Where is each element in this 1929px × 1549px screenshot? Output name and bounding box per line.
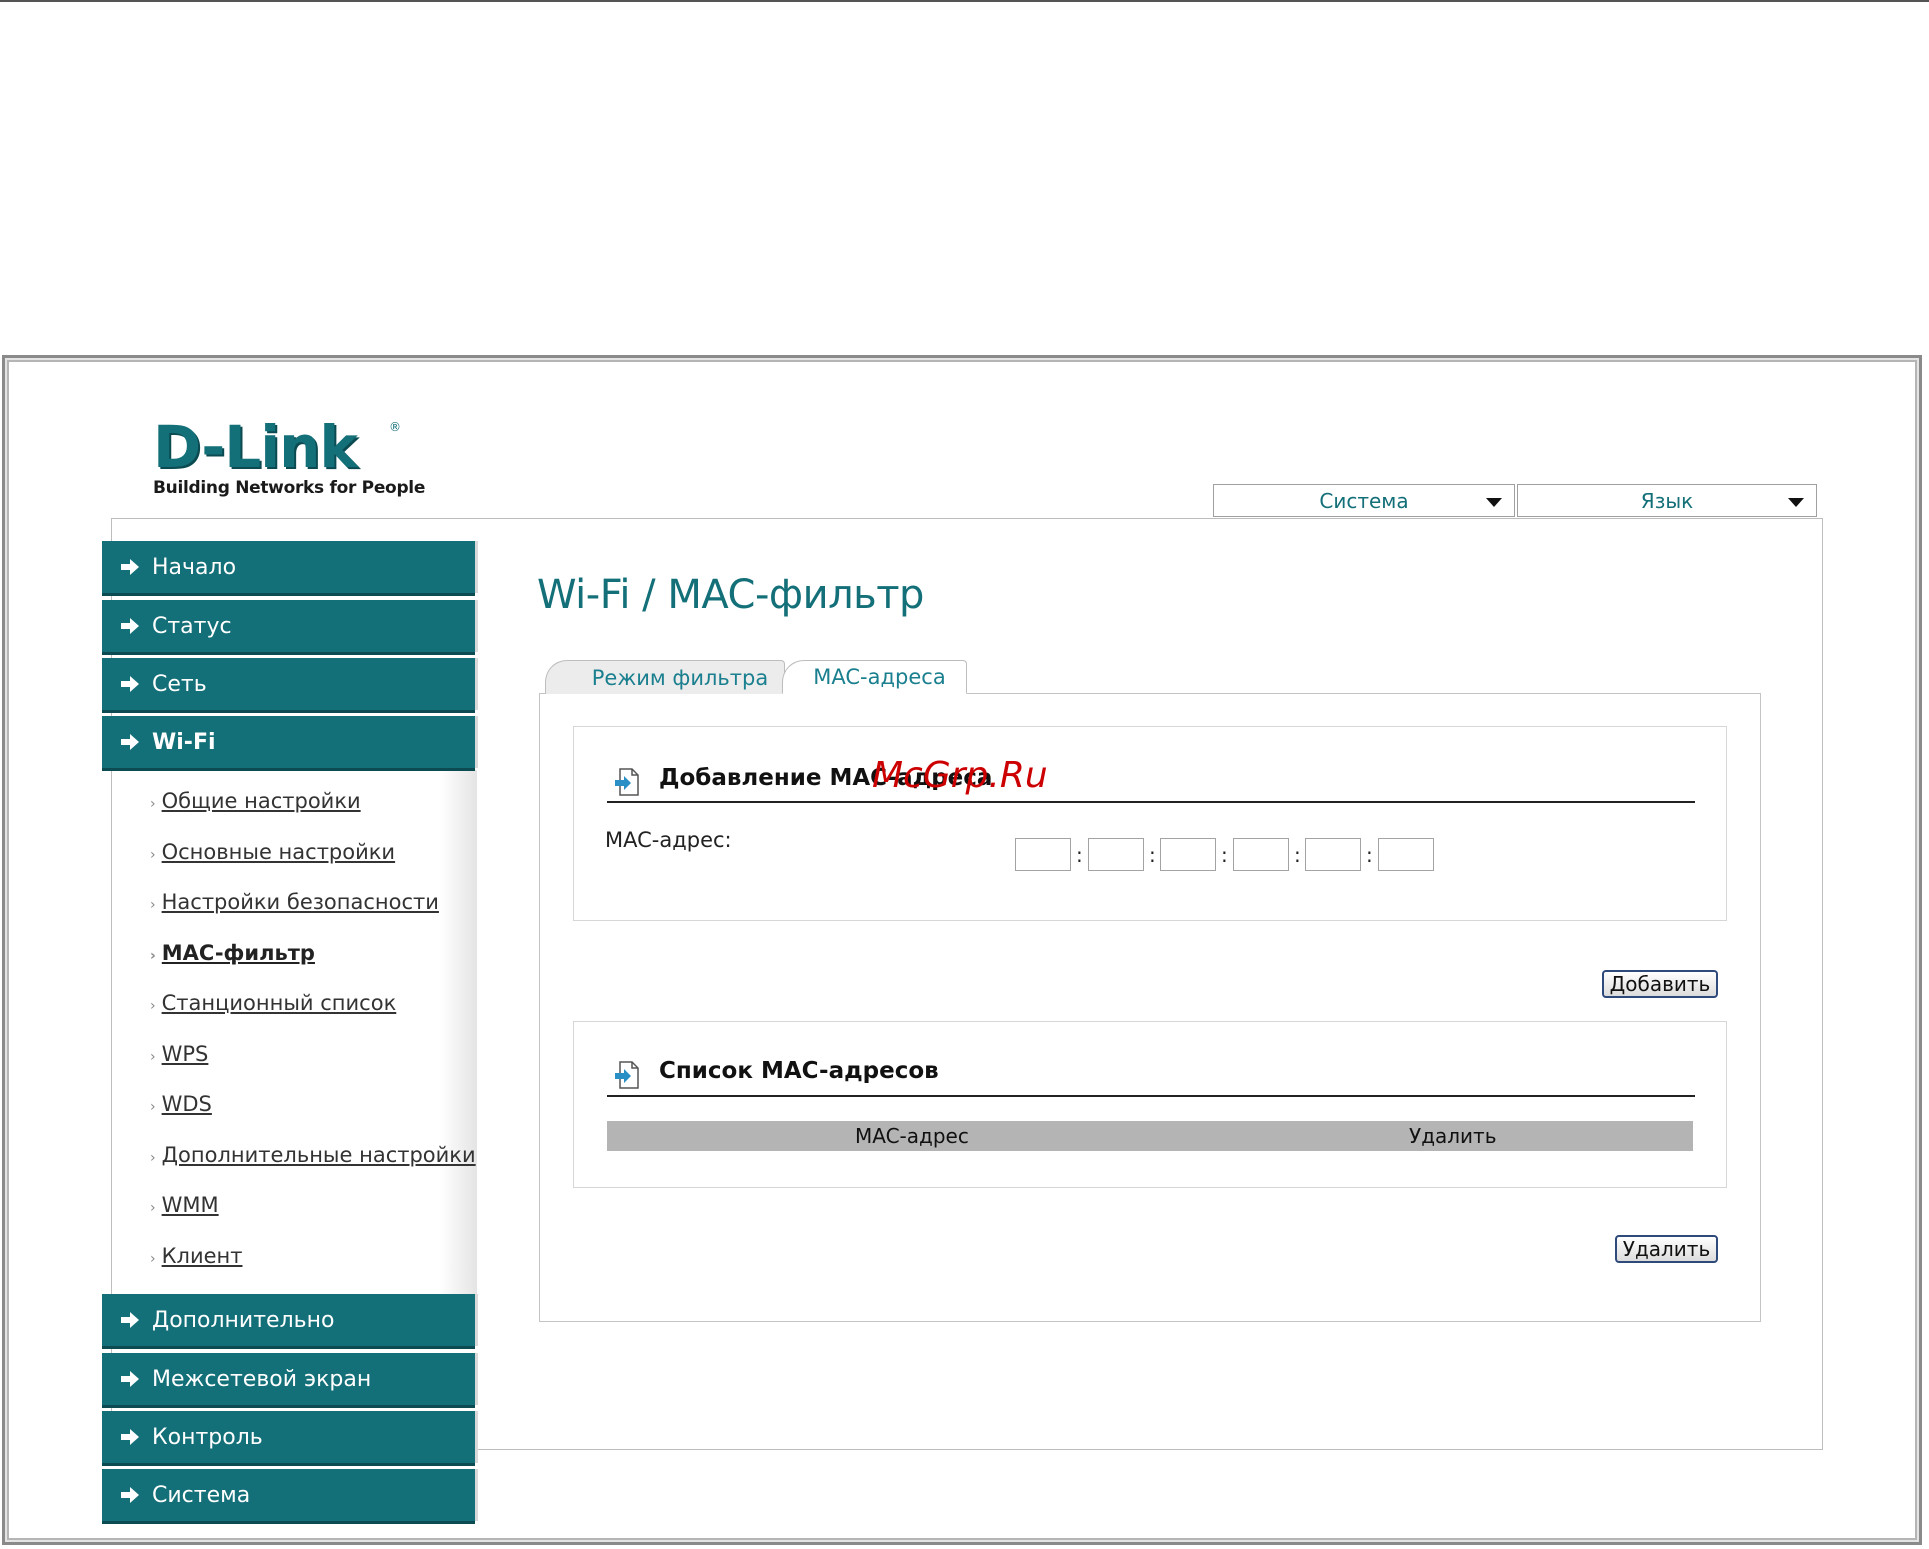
- submenu-basic-settings[interactable]: › Основные настройки: [150, 840, 395, 864]
- submenu-label: WMM: [161, 1193, 219, 1217]
- sidebar-item-label: Начало: [152, 554, 237, 580]
- sidebar-item-label: Wi-Fi: [152, 729, 216, 755]
- mac-separator: :: [1366, 843, 1373, 867]
- section-divider: [607, 801, 1695, 803]
- mac-octet-4[interactable]: [1233, 838, 1289, 871]
- mac-octet-3[interactable]: [1160, 838, 1216, 871]
- tab-label: Режим фильтра: [591, 665, 769, 690]
- arrow-right-icon: [121, 559, 139, 575]
- logo-tagline: Building Networks for People: [153, 478, 426, 498]
- chevron-down-icon: [1788, 498, 1804, 507]
- tab-filter-mode[interactable]: Режим фильтра: [545, 660, 785, 694]
- submenu-label: WPS: [161, 1042, 209, 1066]
- sidebar-item-status[interactable]: Статус: [102, 600, 475, 652]
- mac-separator: :: [1149, 843, 1156, 867]
- arrow-right-icon: [121, 1487, 139, 1503]
- submenu-general-settings[interactable]: › Общие настройки: [150, 789, 361, 813]
- arrow-right-icon: [121, 618, 139, 634]
- submenu-label: WDS: [161, 1092, 212, 1116]
- dlink-logo: D-Link ® Building Networks for People: [153, 418, 425, 498]
- sidebar-item-label: Система: [152, 1482, 251, 1508]
- sidebar-item-advanced[interactable]: Дополнительно: [102, 1294, 475, 1346]
- column-header-mac: MAC-адрес: [855, 1124, 969, 1148]
- document-arrow-icon: [615, 1061, 639, 1089]
- logo-registered: ®: [389, 420, 401, 434]
- document-arrow-icon: [615, 768, 639, 796]
- submenu-label: Основные настройки: [161, 840, 396, 864]
- bullet-icon: ›: [150, 1200, 156, 1216]
- arrow-right-icon: [121, 734, 139, 750]
- mac-list-title: Список MAC-адресов: [659, 1058, 939, 1084]
- sidebar-item-system[interactable]: Система: [102, 1469, 475, 1521]
- sidebar-item-firewall[interactable]: Межсетевой экран: [102, 1353, 475, 1405]
- arrow-right-icon: [121, 676, 139, 692]
- system-dropdown[interactable]: Система: [1213, 484, 1515, 517]
- mac-separator: :: [1221, 843, 1228, 867]
- submenu-advanced-settings[interactable]: › Дополнительные настройки: [150, 1143, 476, 1167]
- bullet-icon: ›: [150, 1049, 156, 1065]
- add-mac-group: Добавление MAC-адреса: [573, 726, 1727, 921]
- page-title: Wi-Fi / MAC-фильтр: [537, 572, 924, 618]
- mac-octet-6[interactable]: [1378, 838, 1434, 871]
- sidebar-item-label: Сеть: [152, 671, 207, 697]
- submenu-client[interactable]: › Клиент: [150, 1244, 242, 1268]
- submenu-wmm[interactable]: › WMM: [150, 1193, 219, 1217]
- language-dropdown-label: Язык: [1640, 488, 1694, 513]
- mac-octet-5[interactable]: [1305, 838, 1361, 871]
- sidebar-item-network[interactable]: Сеть: [102, 658, 475, 710]
- submenu-wds[interactable]: › WDS: [150, 1092, 212, 1116]
- submenu-wps[interactable]: › WPS: [150, 1042, 208, 1066]
- mac-octet-1[interactable]: [1015, 838, 1071, 871]
- mac-address-label: MAC-адрес:: [605, 828, 732, 852]
- mac-separator: :: [1076, 843, 1083, 867]
- submenu-label: Клиент: [161, 1244, 243, 1268]
- system-dropdown-label: Система: [1319, 488, 1409, 513]
- bullet-icon: ›: [150, 847, 156, 863]
- submenu-shadow: [440, 770, 477, 1295]
- mac-table-header: MAC-адрес Удалить: [607, 1121, 1693, 1151]
- bullet-icon: ›: [150, 948, 156, 964]
- sidebar-item-label: Межсетевой экран: [152, 1366, 372, 1392]
- bullet-icon: ›: [150, 796, 156, 812]
- tab-mac-addresses[interactable]: MAC-адреса: [782, 660, 967, 694]
- sidebar-item-label: Дополнительно: [152, 1307, 335, 1333]
- bullet-icon: ›: [150, 1099, 156, 1115]
- submenu-station-list[interactable]: › Станционный список: [150, 991, 396, 1015]
- submenu-label: Общие настройки: [161, 789, 361, 813]
- chevron-down-icon: [1486, 498, 1502, 507]
- delete-button[interactable]: Удалить: [1615, 1235, 1718, 1263]
- submenu-label: MAC-фильтр: [161, 941, 315, 965]
- submenu-label: Станционный список: [161, 991, 397, 1015]
- tab-label: MAC-адреса: [813, 665, 946, 689]
- submenu-label: Дополнительные настройки: [161, 1143, 476, 1167]
- logo-word: D-Link: [153, 413, 358, 481]
- bullet-icon: ›: [150, 897, 156, 913]
- sidebar-item-control[interactable]: Контроль: [102, 1411, 475, 1463]
- column-header-delete: Удалить: [1409, 1124, 1497, 1148]
- submenu-label: Настройки безопасности: [161, 890, 439, 914]
- watermark: McGrp.Ru: [872, 755, 1048, 796]
- top-rule: [0, 0, 1929, 2]
- section-divider: [607, 1095, 1695, 1097]
- arrow-right-icon: [121, 1429, 139, 1445]
- bullet-icon: ›: [150, 998, 156, 1014]
- sidebar-item-home[interactable]: Начало: [102, 541, 475, 593]
- mac-octet-2[interactable]: [1088, 838, 1144, 871]
- sidebar-item-label: Контроль: [152, 1424, 263, 1450]
- mac-list-group: Список MAC-адресов: [573, 1021, 1727, 1188]
- sidebar-item-label: Статус: [152, 613, 232, 639]
- bullet-icon: ›: [150, 1251, 156, 1267]
- sidebar-item-wifi[interactable]: Wi-Fi: [102, 716, 475, 768]
- add-button[interactable]: Добавить: [1602, 970, 1718, 998]
- arrow-right-icon: [121, 1312, 139, 1328]
- arrow-right-icon: [121, 1371, 139, 1387]
- bullet-icon: ›: [150, 1150, 156, 1166]
- submenu-mac-filter[interactable]: › MAC-фильтр: [150, 941, 315, 965]
- language-dropdown[interactable]: Язык: [1517, 484, 1817, 517]
- mac-separator: :: [1294, 843, 1301, 867]
- submenu-security-settings[interactable]: › Настройки безопасности: [150, 890, 439, 914]
